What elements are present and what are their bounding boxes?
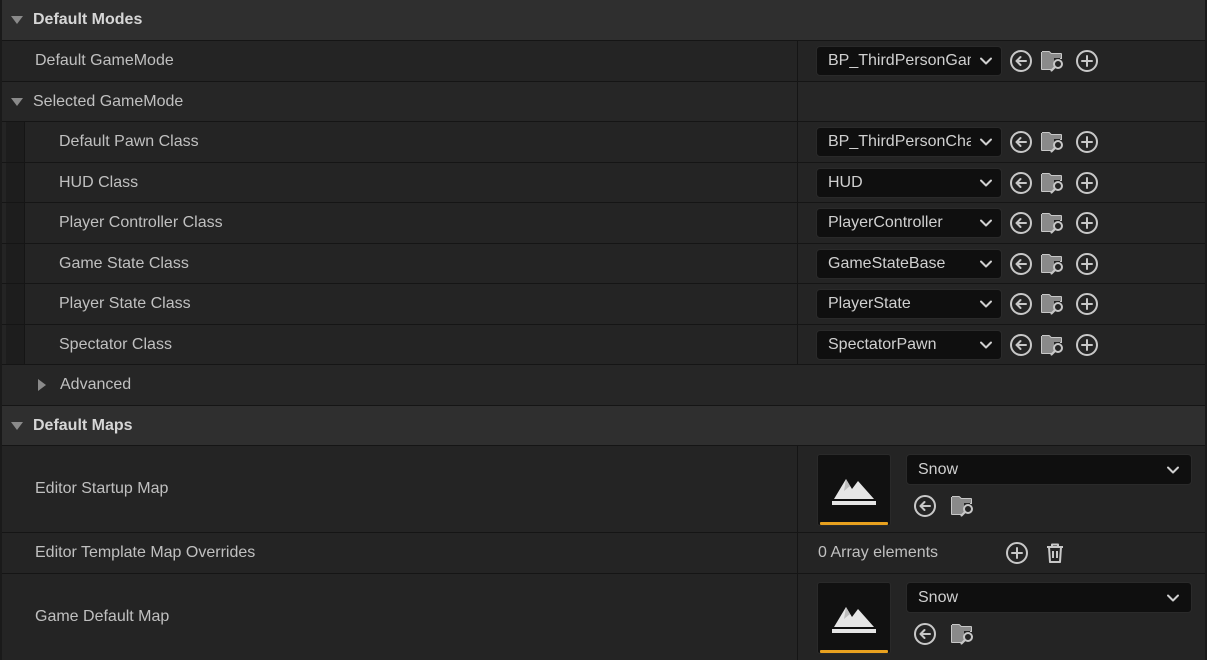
browse-folder-icon[interactable] xyxy=(1040,209,1066,235)
advanced-expander[interactable]: Advanced xyxy=(2,365,1205,406)
add-circle-icon[interactable] xyxy=(1074,48,1100,74)
property-row-default-gamemode: Default GameMode BP_ThirdPersonGameMode xyxy=(2,41,1205,82)
array-count: 0 Array elements xyxy=(818,544,939,561)
asset-type-bar xyxy=(820,650,888,653)
map-thumbnail-icon xyxy=(830,597,878,637)
add-circle-icon[interactable] xyxy=(1004,540,1030,566)
browse-folder-icon[interactable] xyxy=(950,620,976,646)
class-combo[interactable]: HUD xyxy=(816,168,1002,198)
section-default-maps[interactable]: Default Maps xyxy=(2,406,1205,446)
use-selected-arrow-icon[interactable] xyxy=(1008,210,1034,236)
class-combo[interactable]: BP_ThirdPersonCharacter xyxy=(816,127,1002,157)
property-label: Player State Class xyxy=(59,295,191,312)
map-combo[interactable]: Snow xyxy=(906,582,1192,613)
chevron-down-icon xyxy=(971,250,1001,278)
add-circle-icon[interactable] xyxy=(1074,291,1100,317)
property-label: Spectator Class xyxy=(59,335,172,353)
browse-folder-icon[interactable] xyxy=(1040,128,1066,154)
chevron-down-icon xyxy=(1155,584,1191,612)
combo-value: BP_ThirdPersonCharacter xyxy=(828,133,971,150)
combo-value: PlayerController xyxy=(828,214,943,231)
triangle-down-icon[interactable] xyxy=(11,421,23,430)
triangle-down-icon[interactable] xyxy=(11,97,23,106)
browse-folder-icon[interactable] xyxy=(1040,290,1066,316)
property-row-player-controller-class: Player Controller Class PlayerController xyxy=(2,203,1205,244)
property-row-spectator-class: Spectator Class SpectatorPawn xyxy=(2,325,1205,365)
chevron-down-icon xyxy=(971,331,1001,359)
use-selected-arrow-icon[interactable] xyxy=(1008,129,1034,155)
add-circle-icon[interactable] xyxy=(1074,210,1100,236)
property-row-hud-class: HUD Class HUD xyxy=(2,163,1205,203)
gamemode-combo[interactable]: BP_ThirdPersonGameMode xyxy=(816,46,1002,76)
property-row-game-state-class: Game State Class GameStateBase xyxy=(2,244,1205,284)
add-circle-icon[interactable] xyxy=(1074,251,1100,277)
triangle-down-icon[interactable] xyxy=(11,16,23,24)
map-combo[interactable]: Snow xyxy=(906,454,1192,485)
property-row-player-state-class: Player State Class PlayerState xyxy=(2,284,1205,325)
property-label: Default GameMode xyxy=(35,52,174,69)
property-label: Game Default Map xyxy=(35,608,170,625)
use-selected-arrow-icon[interactable] xyxy=(1008,332,1034,358)
category-title: Selected GameMode xyxy=(33,92,184,110)
combo-value: Snow xyxy=(918,460,959,478)
triangle-right-icon[interactable] xyxy=(38,379,46,391)
combo-value: Snow xyxy=(918,588,959,606)
chevron-down-icon xyxy=(1155,456,1191,484)
browse-folder-icon[interactable] xyxy=(950,492,976,518)
class-combo[interactable]: PlayerController xyxy=(816,208,1002,238)
section-default-modes[interactable]: Default Modes xyxy=(2,0,1205,41)
browse-folder-icon[interactable] xyxy=(1040,47,1066,73)
combo-value: HUD xyxy=(828,174,863,191)
use-selected-arrow-icon[interactable] xyxy=(1008,48,1034,74)
property-label: Player Controller Class xyxy=(59,214,223,231)
add-circle-icon[interactable] xyxy=(1074,170,1100,196)
trash-icon[interactable] xyxy=(1042,540,1068,566)
browse-folder-icon[interactable] xyxy=(1040,169,1066,195)
property-row-editor-template-map-overrides: Editor Template Map Overrides 0 Array el… xyxy=(2,533,1205,574)
chevron-down-icon xyxy=(971,169,1001,197)
class-combo[interactable]: SpectatorPawn xyxy=(816,330,1002,360)
property-label: Game State Class xyxy=(59,254,189,272)
asset-type-bar xyxy=(820,522,888,525)
class-combo[interactable]: PlayerState xyxy=(816,289,1002,319)
property-row-game-default-map: Game Default Map Snow xyxy=(2,574,1205,660)
add-circle-icon[interactable] xyxy=(1074,129,1100,155)
class-combo[interactable]: GameStateBase xyxy=(816,249,1002,279)
use-selected-arrow-icon[interactable] xyxy=(1008,291,1034,317)
details-panel: Default Modes Default GameMode BP_ThirdP… xyxy=(0,0,1207,660)
combo-value: SpectatorPawn xyxy=(828,336,937,353)
property-row-default-pawn-class: Default Pawn Class BP_ThirdPersonCharact… xyxy=(2,122,1205,163)
property-row-editor-startup-map: Editor Startup Map Snow xyxy=(2,446,1205,533)
chevron-down-icon xyxy=(971,290,1001,318)
combo-value: PlayerState xyxy=(828,295,911,312)
section-title: Default Maps xyxy=(33,416,133,434)
map-thumbnail[interactable] xyxy=(817,454,891,526)
chevron-down-icon xyxy=(971,47,1001,75)
advanced-label: Advanced xyxy=(60,376,132,393)
section-selected-gamemode[interactable]: Selected GameMode xyxy=(2,82,1205,122)
combo-value: BP_ThirdPersonGameMode xyxy=(828,52,971,69)
browse-folder-icon[interactable] xyxy=(1040,331,1066,357)
section-title: Default Modes xyxy=(33,11,143,28)
use-selected-arrow-icon[interactable] xyxy=(1008,251,1034,277)
property-label: Editor Template Map Overrides xyxy=(35,544,256,561)
property-label: Default Pawn Class xyxy=(59,133,199,150)
use-selected-arrow-icon[interactable] xyxy=(912,621,938,647)
map-thumbnail-icon xyxy=(830,469,878,509)
map-thumbnail[interactable] xyxy=(817,582,891,654)
property-label: HUD Class xyxy=(59,173,139,191)
property-label: Editor Startup Map xyxy=(35,480,169,497)
chevron-down-icon xyxy=(971,209,1001,237)
browse-folder-icon[interactable] xyxy=(1040,250,1066,276)
chevron-down-icon xyxy=(971,128,1001,156)
combo-value: GameStateBase xyxy=(828,255,946,272)
add-circle-icon[interactable] xyxy=(1074,332,1100,358)
use-selected-arrow-icon[interactable] xyxy=(1008,170,1034,196)
use-selected-arrow-icon[interactable] xyxy=(912,493,938,519)
